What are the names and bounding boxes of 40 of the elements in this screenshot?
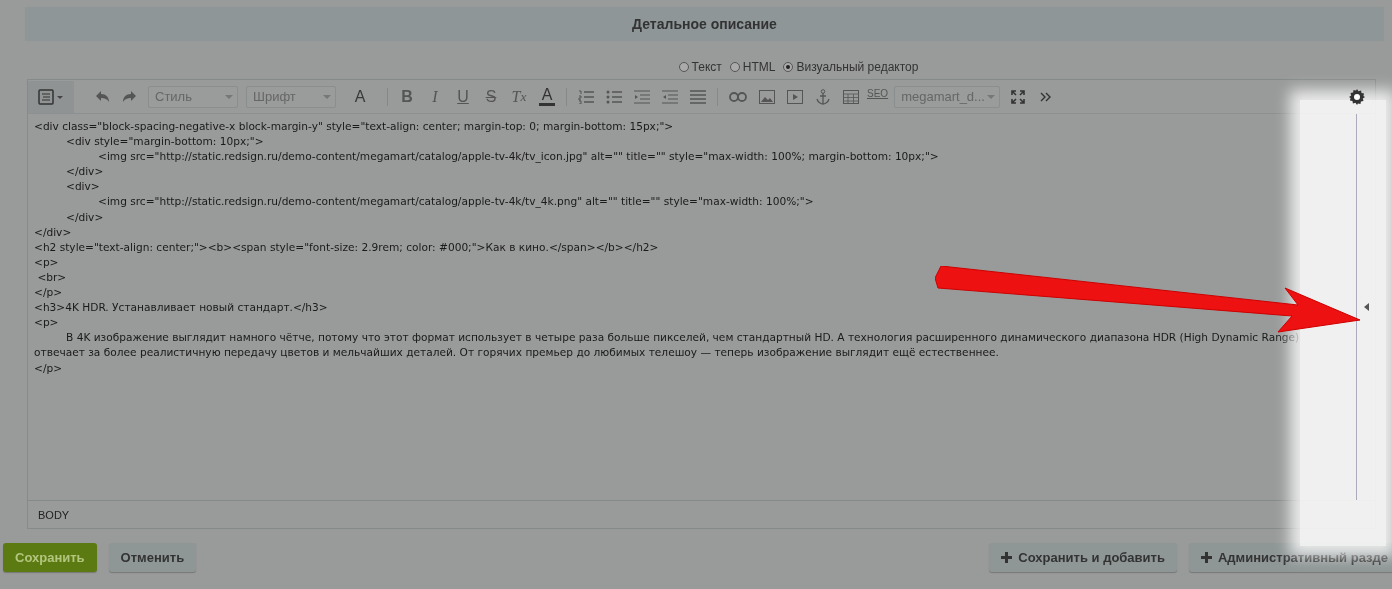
- code-line: <h3>4K HDR. Устанавливает новый стандарт.</h3>: [34, 300, 329, 316]
- code-line: В 4K изображение выглядит намного чётче, потому что этот формат использует в четыре раза больше пикселей, чем стандартный HD. А технология расширенного динамического диапазона HDR (High Dynamic Range) отвечает за более реалистичную передачу цветов и мельчайших деталей. От горячих премьер до любимых телешоу — теперь изображение выглядит ещё естественнее.: [34, 330, 1301, 361]
- collapse-arrow-icon[interactable]: [1363, 303, 1369, 311]
- code-line: <div style="margin-bottom: 10px;">: [65, 134, 265, 150]
- mode-radio[interactable]: Визуальный редактор: [783, 60, 919, 74]
- save-button[interactable]: Сохранить: [3, 543, 97, 572]
- plus-icon: [1001, 552, 1013, 563]
- add-button[interactable]: Административный разде: [1188, 543, 1392, 572]
- element-path: BODY: [38, 508, 70, 521]
- add-button[interactable]: Сохранить и добавить: [989, 543, 1177, 572]
- code-line: <div>: [65, 179, 101, 195]
- seo-button[interactable]: SEO: [867, 81, 889, 106]
- radio-icon[interactable]: [783, 62, 794, 72]
- italic-button[interactable]: I: [427, 84, 443, 109]
- code-line: </p>: [34, 285, 64, 301]
- code-line: <img src="http://static.redsign.ru/demo-content/megamart/catalog/apple-tv-4k/tv_icon.jpg" alt="" title="" style="max-width: 100%; margin-bottom: 10px;">: [97, 149, 940, 165]
- strikethrough-button[interactable]: S: [483, 84, 499, 109]
- code-line: </div>: [65, 209, 105, 225]
- radio-icon[interactable]: [678, 62, 689, 72]
- cancel-button[interactable]: Отменить: [108, 543, 197, 572]
- code-line: <p>: [34, 254, 60, 270]
- plus-icon: [1200, 552, 1212, 563]
- code-line: </div>: [65, 164, 105, 180]
- bold-button[interactable]: B: [399, 84, 415, 109]
- source-mode-icon: [38, 88, 64, 105]
- code-line: <h2 style="text-align: center;"><b><span style="font-size: 2.9rem; color: #000;">Как в кино.</span></b></h2>: [34, 239, 660, 255]
- code-line: <div class="block-spacing-negative-x block-margin-y" style="text-align: center; margin-top: 0; margin-bottom: 15px;">: [34, 119, 675, 134]
- mode-radio[interactable]: Текст: [678, 60, 722, 74]
- radio-icon[interactable]: [729, 62, 740, 72]
- code-line: <img src="http://static.redsign.ru/demo-content/megamart/catalog/apple-tv-4k/tv_4k.png" alt="" title="" style="max-width: 100%;">: [97, 194, 815, 210]
- code-line: <p>: [34, 315, 60, 331]
- source-mode-button[interactable]: [28, 80, 74, 113]
- section-title: Детальное описание: [632, 16, 777, 32]
- mode-radio[interactable]: HTML: [729, 60, 776, 74]
- code-line: </p>: [34, 360, 64, 376]
- font-size-button[interactable]: A: [352, 84, 368, 109]
- text-color-button[interactable]: A: [539, 87, 555, 106]
- underline-button[interactable]: U: [455, 84, 471, 109]
- code-line: </div>: [34, 224, 73, 240]
- code-line: <br>: [36, 269, 68, 285]
